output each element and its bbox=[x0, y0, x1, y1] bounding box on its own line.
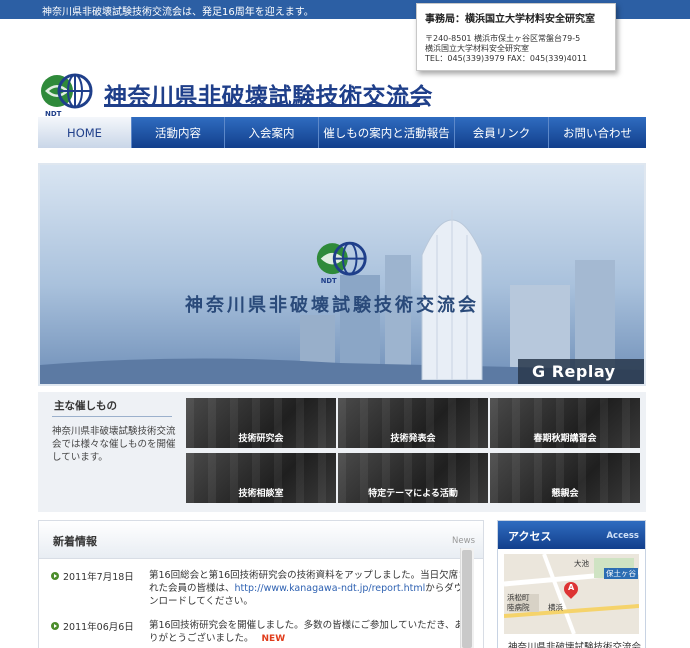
news-item: 2011年7月18日 第16回総会と第16回技術研究会の技術資料をアップしました… bbox=[51, 569, 481, 609]
nav-membership[interactable]: 入会案内 bbox=[225, 117, 319, 148]
tile-label: 特定テーマによる活動 bbox=[368, 489, 458, 499]
contact-card: 事務局：横浜国立大学材料安全研究室 〒240-8501 横浜市保土ヶ谷区常盤台7… bbox=[416, 3, 616, 71]
event-tile-presentation[interactable]: 技術発表会 bbox=[338, 398, 488, 448]
access-map[interactable]: 大池 保土ヶ谷 浜松町 陸病院 横浜 A bbox=[504, 554, 639, 634]
news-date: 2011年7月18日 bbox=[63, 572, 134, 583]
tile-label: 技術研究会 bbox=[238, 434, 284, 444]
title-underline bbox=[104, 104, 420, 107]
map-label: 陸病院 bbox=[507, 603, 530, 612]
events-section: 主な催しもの 神奈川県非破壊試験技術交流会では様々な催しものを開催しています。 … bbox=[38, 392, 646, 512]
news-scrollbar-thumb[interactable] bbox=[462, 550, 472, 648]
nav-events-report[interactable]: 催しもの案内と活動報告 bbox=[319, 117, 455, 148]
nav-activities[interactable]: 活動内容 bbox=[132, 117, 225, 148]
ndt-logo-icon[interactable]: NDT bbox=[37, 73, 97, 118]
news-text-before: 第16回技術研究会を開催しました。多数の皆様にご参加していただき、ありがとうござ… bbox=[149, 620, 464, 644]
news-date: 2011年06月6日 bbox=[63, 622, 134, 633]
announcement-text: 神奈川県非破壊試験技術交流会は、発足16周年を迎えます。 bbox=[42, 7, 314, 18]
news-item: 2011年06月6日 第16回技術研究会を開催しました。多数の皆様にご参加してい… bbox=[51, 619, 481, 648]
news-header: 新着情報 News bbox=[39, 521, 483, 559]
contact-title: 事務局：横浜国立大学材料安全研究室 bbox=[425, 14, 595, 25]
arrow-bullet-icon bbox=[51, 622, 59, 630]
news-text: 第16回技術研究会を開催しました。多数の皆様にご参加していただき、ありがとうござ… bbox=[149, 619, 471, 646]
map-label: 大池 bbox=[574, 559, 589, 568]
tile-label: 技術発表会 bbox=[390, 434, 436, 444]
news-tag: News bbox=[452, 536, 475, 546]
tile-label: 懇親会 bbox=[551, 489, 579, 499]
event-tile-special-theme[interactable]: 特定テーマによる活動 bbox=[338, 453, 488, 503]
contact-lab: 横浜国立大学材料安全研究室 bbox=[425, 44, 529, 53]
nav-member-links[interactable]: 会員リンク bbox=[455, 117, 549, 148]
tile-label: 技術相談室 bbox=[238, 489, 284, 499]
landmark-tower-image bbox=[421, 210, 483, 380]
news-link[interactable]: http://www.kanagawa-ndt.jp/report.html bbox=[235, 583, 426, 594]
main-nav: HOME 活動内容 入会案内 催しもの案内と活動報告 会員リンク お問い合わせ bbox=[38, 117, 646, 148]
tile-label: 春期秋期講習会 bbox=[533, 434, 597, 444]
events-heading-rule bbox=[52, 416, 172, 417]
access-header: アクセス Access bbox=[498, 521, 645, 549]
event-tile-seminar[interactable]: 春期秋期講習会 bbox=[490, 398, 640, 448]
nav-home[interactable]: HOME bbox=[38, 117, 132, 148]
event-tile-research[interactable]: 技術研究会 bbox=[186, 398, 336, 448]
news-panel: 新着情報 News 2011年7月18日 第16回総会と第16回技術研究会の技術… bbox=[38, 520, 484, 648]
new-badge: NEW bbox=[261, 634, 286, 644]
access-caption[interactable]: 神奈川県非破壊試験技術交流会 bbox=[508, 639, 641, 648]
contact-phone: TEL：045(339)3979 FAX：045(339)4011 bbox=[425, 54, 588, 63]
events-description: 神奈川県非破壊試験技術交流会では様々な催しものを開催しています。 bbox=[52, 426, 176, 463]
event-tile-consultation[interactable]: 技術相談室 bbox=[186, 453, 336, 503]
hero-title: 神奈川県非破壊試験技術交流会 bbox=[185, 295, 479, 316]
hero-banner: NDT 神奈川県非破壊試験技術交流会 G Replay bbox=[38, 163, 646, 386]
replay-button[interactable]: G Replay bbox=[518, 359, 644, 384]
nav-contact[interactable]: お問い合わせ bbox=[549, 117, 646, 148]
news-text: 第16回総会と第16回技術研究会の技術資料をアップしました。当日欠席された会員の… bbox=[149, 569, 471, 608]
access-panel: アクセス Access 大池 保土ヶ谷 浜松町 陸病院 横浜 A 神奈川県非破壊… bbox=[497, 520, 646, 648]
hero-logo-letters: NDT bbox=[321, 277, 337, 285]
events-heading: 主な催しもの bbox=[54, 400, 117, 412]
contact-address: 〒240-8501 横浜市保土ヶ谷区常盤台79-5 bbox=[425, 34, 581, 43]
access-subtitle: Access bbox=[606, 531, 639, 541]
news-title: 新着情報 bbox=[53, 535, 97, 548]
access-title: アクセス bbox=[508, 530, 552, 543]
map-label: 横浜 bbox=[548, 603, 563, 612]
arrow-bullet-icon bbox=[51, 572, 59, 580]
hero-logo-icon: NDT bbox=[316, 241, 367, 285]
map-label: 保土ヶ谷 bbox=[604, 568, 638, 579]
map-pin-letter: A bbox=[568, 583, 575, 592]
event-tile-social[interactable]: 懇親会 bbox=[490, 453, 640, 503]
